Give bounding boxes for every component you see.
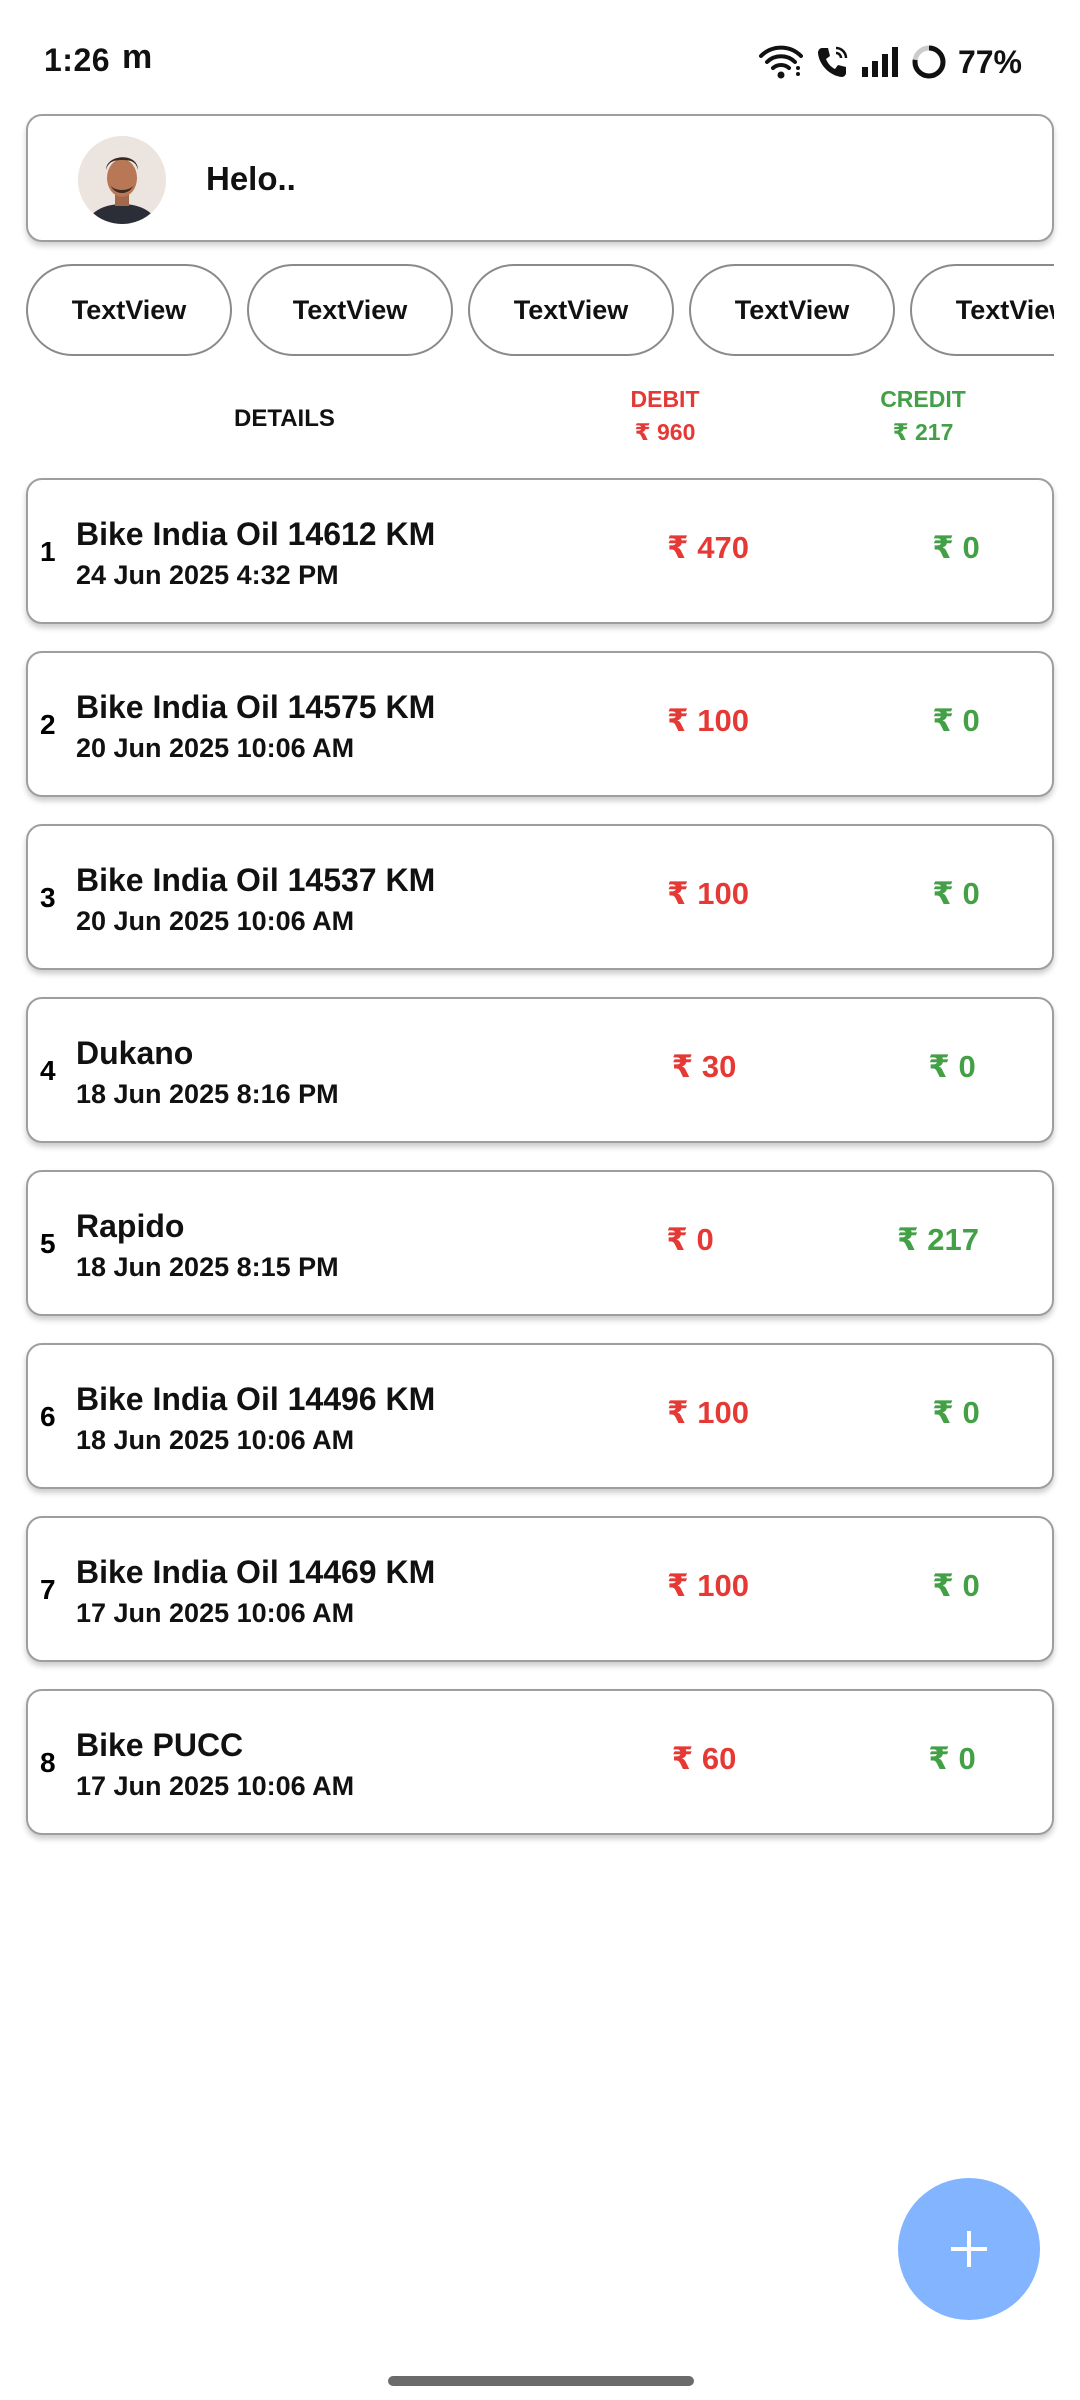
debit-column-header: DEBIT ₹ 960 bbox=[590, 386, 740, 446]
entry-credit-amount: ₹ 0 bbox=[932, 703, 980, 738]
entry-date: 20 Jun 2025 10:06 AM bbox=[76, 906, 355, 936]
filter-chip[interactable]: TextView bbox=[468, 264, 674, 356]
entry-debit-amount: ₹ 60 bbox=[671, 1741, 737, 1776]
entry-title: Bike PUCC bbox=[76, 1727, 244, 1763]
entry-index: 2 bbox=[40, 709, 56, 740]
entry-title: Bike India Oil 14537 KM bbox=[76, 862, 436, 898]
status-time: 1:26 bbox=[44, 42, 111, 78]
gesture-navigation-bar[interactable] bbox=[388, 2376, 694, 2386]
filter-chip[interactable]: TextView bbox=[247, 264, 453, 356]
entry-date: 17 Jun 2025 10:06 AM bbox=[76, 1598, 355, 1628]
entry-credit-amount: ₹ 0 bbox=[932, 1395, 980, 1430]
entry-debit-amount: ₹ 100 bbox=[667, 1568, 749, 1603]
entry-credit-amount: ₹ 0 bbox=[928, 1741, 976, 1776]
transaction-card[interactable]: 4 Dukano 18 Jun 2025 8:16 PM ₹ 30 ₹ 0 bbox=[26, 997, 1054, 1143]
entry-index: 3 bbox=[40, 882, 56, 913]
credit-total: ₹ 217 bbox=[892, 419, 954, 445]
battery-percent: 77% bbox=[957, 43, 1022, 80]
entry-index: 8 bbox=[40, 1747, 56, 1778]
entry-credit-amount: ₹ 0 bbox=[932, 530, 980, 565]
entry-date: 18 Jun 2025 10:06 AM bbox=[76, 1425, 355, 1455]
debit-total: ₹ 960 bbox=[634, 419, 696, 445]
transaction-card[interactable]: 1 Bike India Oil 14612 KM 24 Jun 2025 4:… bbox=[26, 478, 1054, 624]
entry-credit-amount: ₹ 0 bbox=[932, 1568, 980, 1603]
entry-title: Bike India Oil 14575 KM bbox=[76, 689, 436, 725]
entry-date: 18 Jun 2025 8:15 PM bbox=[76, 1252, 339, 1282]
entry-index: 1 bbox=[40, 536, 56, 567]
app-notification-icon: m bbox=[122, 38, 153, 76]
status-icons: 77% bbox=[758, 38, 1022, 86]
avatar-image bbox=[78, 136, 166, 224]
entry-credit-amount: ₹ 0 bbox=[932, 876, 980, 911]
entry-debit-amount: ₹ 100 bbox=[667, 876, 749, 911]
transaction-card[interactable]: 3 Bike India Oil 14537 KM 20 Jun 2025 10… bbox=[26, 824, 1054, 970]
transaction-card[interactable]: 2 Bike India Oil 14575 KM 20 Jun 2025 10… bbox=[26, 651, 1054, 797]
transaction-card[interactable]: 7 Bike India Oil 14469 KM 17 Jun 2025 10… bbox=[26, 1516, 1054, 1662]
entry-debit-amount: ₹ 100 bbox=[667, 1395, 749, 1430]
signal-icon bbox=[861, 47, 898, 77]
filter-chips-row[interactable]: TextView TextView TextView TextView Text… bbox=[26, 262, 1054, 358]
entry-title: Bike India Oil 14496 KM bbox=[76, 1381, 436, 1417]
entry-debit-amount: ₹ 470 bbox=[667, 530, 749, 565]
filter-chip[interactable]: TextView bbox=[689, 264, 895, 356]
entry-title: Rapido bbox=[76, 1208, 185, 1244]
avatar[interactable] bbox=[78, 136, 166, 224]
transaction-card[interactable]: 8 Bike PUCC 17 Jun 2025 10:06 AM ₹ 60 ₹ … bbox=[26, 1689, 1054, 1835]
transaction-card[interactable]: 6 Bike India Oil 14496 KM 18 Jun 2025 10… bbox=[26, 1343, 1054, 1489]
status-bar: 1:26 m 77% bbox=[0, 0, 1080, 110]
entry-index: 7 bbox=[40, 1574, 56, 1605]
entry-index: 4 bbox=[40, 1055, 56, 1086]
credit-label: CREDIT bbox=[880, 386, 966, 412]
profile-header-card[interactable]: Helo.. bbox=[26, 114, 1054, 242]
entry-date: 24 Jun 2025 4:32 PM bbox=[76, 560, 339, 590]
battery-ring-icon bbox=[912, 45, 946, 79]
entry-debit-amount: ₹ 100 bbox=[667, 703, 749, 738]
plus-icon bbox=[951, 2231, 987, 2267]
wifi-icon bbox=[758, 45, 803, 79]
transaction-card[interactable]: 5 Rapido 18 Jun 2025 8:15 PM ₹ 0 ₹ 217 bbox=[26, 1170, 1054, 1316]
entry-date: 20 Jun 2025 10:06 AM bbox=[76, 733, 355, 763]
filter-chip[interactable]: TextView bbox=[26, 264, 232, 356]
greeting-text: Helo.. bbox=[206, 160, 296, 197]
entry-credit-amount: ₹ 217 bbox=[897, 1222, 979, 1257]
entry-debit-amount: ₹ 30 bbox=[671, 1049, 737, 1084]
entry-index: 6 bbox=[40, 1401, 56, 1432]
credit-column-header: CREDIT ₹ 217 bbox=[848, 386, 998, 446]
entry-title: Bike India Oil 14469 KM bbox=[76, 1554, 436, 1590]
entry-date: 18 Jun 2025 8:16 PM bbox=[76, 1079, 339, 1109]
wifi-calling-icon bbox=[817, 46, 848, 77]
entry-date: 17 Jun 2025 10:06 AM bbox=[76, 1771, 355, 1801]
details-column-header: DETAILS bbox=[234, 405, 335, 432]
entry-debit-amount: ₹ 0 bbox=[666, 1222, 714, 1257]
entry-title: Bike India Oil 14612 KM bbox=[76, 516, 436, 552]
entry-index: 5 bbox=[40, 1228, 56, 1259]
add-entry-button[interactable] bbox=[898, 2178, 1040, 2320]
filter-chip[interactable]: TextView bbox=[910, 264, 1054, 356]
debit-label: DEBIT bbox=[630, 386, 700, 412]
entry-title: Dukano bbox=[76, 1035, 194, 1071]
entry-credit-amount: ₹ 0 bbox=[928, 1049, 976, 1084]
